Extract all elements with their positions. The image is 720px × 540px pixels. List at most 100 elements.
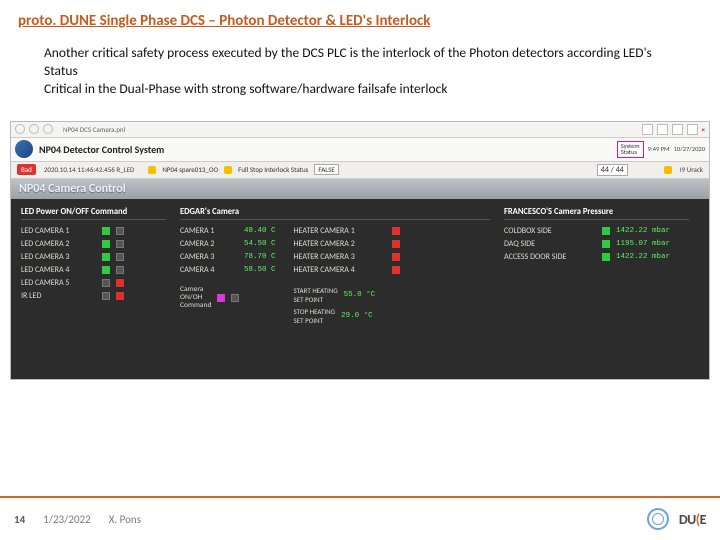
pressure-status-icon <box>602 240 610 248</box>
warning-dot-icon <box>148 166 156 174</box>
pressure-row: ACCESS DOOR SIDE1422.22 mbar <box>504 252 689 262</box>
setpoint-row: START HEATING SET POINT 55.0 °C <box>294 286 400 304</box>
back-icon[interactable] <box>15 124 25 134</box>
col-title-pressure: FRANCESCO'S Camera Pressure <box>504 207 689 220</box>
badge-timestamp: 2020.10.14 11:46:42.456 R_LED <box>44 165 134 174</box>
pressure-value: 1422.22 mbar <box>616 253 670 261</box>
led-row: LED CAMERA 5 <box>21 278 166 288</box>
pressure-value: 1422.22 mbar <box>616 227 670 235</box>
camera-label: CAMERA 4 <box>180 265 238 275</box>
pressure-row: DAQ SIDE 1195.07 mbar <box>504 239 689 249</box>
cmd-off-icon[interactable] <box>231 294 239 302</box>
status-on-icon[interactable] <box>102 279 110 287</box>
status-off-icon[interactable] <box>116 240 124 248</box>
setpoint-label: START HEATING SET POINT <box>294 286 338 304</box>
heater-label: HEATER CAMERA 2 <box>294 239 386 249</box>
dcs-screenshot: NP04 DCS Camera.pnl × NP04 Detector Cont… <box>10 121 710 380</box>
camera-temp: 78.70 C <box>244 253 276 261</box>
led-label: LED CAMERA 2 <box>21 239 96 249</box>
status-off-icon[interactable] <box>116 227 124 235</box>
camera-temp: 54.50 C <box>244 240 276 248</box>
led-row: LED CAMERA 2 <box>21 239 166 249</box>
app-logo-icon <box>15 140 33 158</box>
led-label: LED CAMERA 4 <box>21 265 96 275</box>
status-off-icon[interactable] <box>116 279 124 287</box>
cmd-label: Camera ON/OH Command <box>180 286 211 311</box>
camera-temp: 58.50 C <box>244 266 276 274</box>
app-header: NP04 Detector Control System System Stat… <box>11 138 709 162</box>
window-toolbar: NP04 DCS Camera.pnl × <box>11 122 709 138</box>
pressure-value: 1195.07 mbar <box>616 240 670 248</box>
pressure-row: COLDBOX SIDE 1422.22 mbar <box>504 226 689 236</box>
footer-author: X. Pons <box>109 513 141 526</box>
status-off-icon[interactable] <box>116 292 124 300</box>
heater-status-icon <box>392 240 400 248</box>
led-label: LED CAMERA 3 <box>21 252 96 262</box>
page-number: 14 <box>14 513 25 526</box>
heater-status-icon <box>392 253 400 261</box>
heater-status-icon <box>392 266 400 274</box>
status-on-icon[interactable] <box>102 227 110 235</box>
status-on-icon[interactable] <box>102 253 110 261</box>
body-line-1: Another critical safety process executed… <box>44 44 680 80</box>
camera-label: CAMERA 1 <box>180 226 238 236</box>
toolbar-button-2[interactable] <box>657 124 668 135</box>
status-off-icon[interactable] <box>116 266 124 274</box>
camera-row: CAMERA 3 78.70 C <box>180 252 276 262</box>
camera-control-panel: LED Power ON/OFF Command LED CAMERA 1 LE… <box>11 199 709 379</box>
clock-time: 9:49 PM <box>648 145 670 153</box>
led-row: LED CAMERA 1 <box>21 226 166 236</box>
setpoint-value: 55.0 °C <box>344 291 376 299</box>
home-icon[interactable] <box>43 124 53 134</box>
toolbar-tab-label: NP04 DCS Camera.pnl <box>63 125 125 134</box>
camera-temp: 48.40 C <box>244 227 276 235</box>
status-off-icon[interactable] <box>116 253 124 261</box>
camera-label: CAMERA 3 <box>180 252 238 262</box>
toolbar-button-1[interactable] <box>642 124 653 135</box>
status-on-icon[interactable] <box>102 266 110 274</box>
heater-row: HEATER CAMERA 3 <box>294 252 400 262</box>
led-label: IR LED <box>21 291 96 301</box>
forward-icon[interactable] <box>29 124 39 134</box>
col-title-led: LED Power ON/OFF Command <box>21 207 166 220</box>
heater-row: HEATER CAMERA 4 <box>294 265 400 275</box>
camera-onoff-cmd: Camera ON/OH Command <box>180 286 276 311</box>
pressure-label: DAQ SIDE <box>504 239 596 249</box>
interlock-label: Full Stop Interlock Status <box>238 165 308 174</box>
camera-row: CAMERA 254.50 C <box>180 239 276 249</box>
pressure-label: COLDBOX SIDE <box>504 226 596 236</box>
warning-dot-icon-3 <box>664 166 672 174</box>
pressure-status-icon <box>602 253 610 261</box>
col-title-edgar: EDGAR's Camera <box>180 207 490 220</box>
urack-label: I9 Urack <box>680 165 703 174</box>
camera-row: CAMERA 4 58.50 C <box>180 265 276 275</box>
warning-dot-icon-2 <box>224 166 232 174</box>
dune-logo-part2: E <box>700 511 706 528</box>
dune-logo-part1: DU <box>679 511 696 528</box>
camera-row: CAMERA 1 48.40 C <box>180 226 276 236</box>
dune-logo: DU(E <box>679 511 706 528</box>
collaboration-logo-icon <box>647 508 669 530</box>
system-status-box: System Status <box>617 141 644 158</box>
heater-row: HEATER CAMERA 2 <box>294 239 400 249</box>
slide-title: proto. DUNE Single Phase DCS – Photon De… <box>0 0 720 30</box>
toolbar-button-4[interactable] <box>687 124 698 135</box>
status-on-icon[interactable] <box>102 292 110 300</box>
cmd-on-icon[interactable] <box>217 294 225 302</box>
close-icon[interactable]: × <box>702 125 706 134</box>
led-label: LED CAMERA 1 <box>21 226 96 236</box>
panel-title: NP04 Camera Control <box>11 179 709 199</box>
heater-label: HEATER CAMERA 1 <box>294 226 386 236</box>
heater-status-icon <box>392 227 400 235</box>
toolbar-button-3[interactable] <box>672 124 683 135</box>
system-title: NP04 Detector Control System <box>39 143 164 156</box>
status-on-icon[interactable] <box>102 240 110 248</box>
heater-label: HEATER CAMERA 3 <box>294 252 386 262</box>
body-line-2: Critical in the Dual-Phase with strong s… <box>44 80 680 98</box>
body-text: Another critical safety process executed… <box>0 30 720 99</box>
led-label: LED CAMERA 5 <box>21 278 96 288</box>
led-row: LED CAMERA 4 <box>21 265 166 275</box>
led-row: LED CAMERA 3 <box>21 252 166 262</box>
setpoint-value: 29.0 °C <box>341 312 373 320</box>
heater-row: HEATER CAMERA 1 <box>294 226 400 236</box>
